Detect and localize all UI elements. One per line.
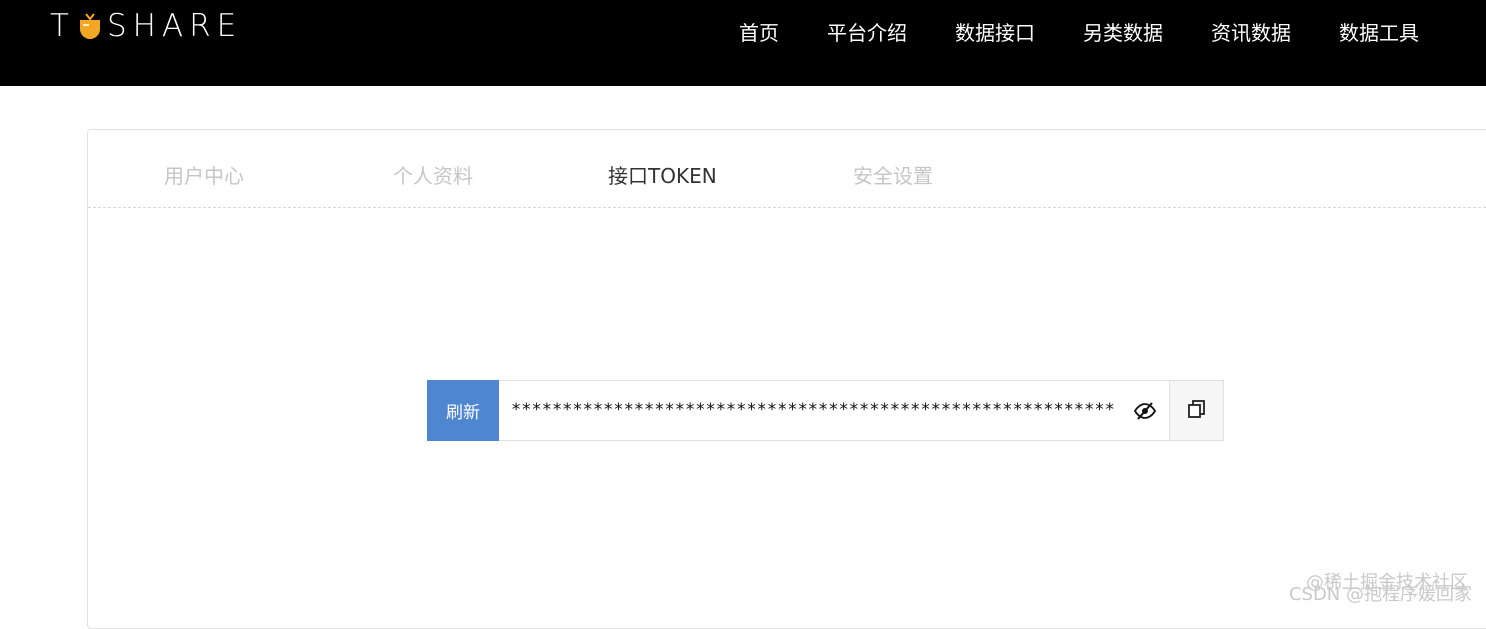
token-field[interactable]: ****************************************… — [511, 381, 1115, 440]
nav-platform-intro[interactable]: 平台介绍 — [827, 18, 907, 48]
logo-text-left: T — [50, 8, 75, 44]
tab-profile[interactable]: 个人资料 — [393, 160, 473, 189]
tab-security-settings[interactable]: 安全设置 — [853, 160, 933, 189]
user-center-panel: 用户中心 个人资料 接口TOKEN 安全设置 — [87, 129, 1486, 629]
nav-home[interactable]: 首页 — [739, 18, 779, 48]
nav-data-tools[interactable]: 数据工具 — [1339, 18, 1419, 48]
refresh-token-button[interactable]: 刷新 — [427, 380, 499, 441]
tab-api-token[interactable]: 接口TOKEN — [608, 160, 717, 189]
token-input-group: 刷新 *************************************… — [427, 380, 1224, 441]
copy-token-button[interactable] — [1169, 380, 1224, 441]
main-nav: 首页 平台介绍 数据接口 另类数据 资讯数据 数据工具 — [691, 18, 1419, 48]
logo-text-right: SHARE — [106, 8, 243, 44]
nav-news-data[interactable]: 资讯数据 — [1211, 18, 1291, 48]
tab-user-center[interactable]: 用户中心 — [164, 160, 244, 189]
nav-data-api[interactable]: 数据接口 — [955, 18, 1035, 48]
copy-icon — [1186, 398, 1208, 424]
eye-slash-icon[interactable] — [1133, 399, 1157, 423]
watermark-csdn: CSDN @抱程序媛回家 — [1288, 584, 1472, 605]
tushare-logo[interactable]: T SHARE — [50, 8, 242, 44]
token-field-container: ****************************************… — [499, 380, 1169, 441]
top-navigation-bar: T SHARE 首页 平台介绍 数据接口 另类数据 资讯数据 数据工具 — [0, 0, 1486, 86]
nav-alternative-data[interactable]: 另类数据 — [1083, 18, 1163, 48]
tab-bar: 用户中心 个人资料 接口TOKEN 安全设置 — [88, 130, 1486, 208]
carrot-icon — [77, 11, 103, 41]
